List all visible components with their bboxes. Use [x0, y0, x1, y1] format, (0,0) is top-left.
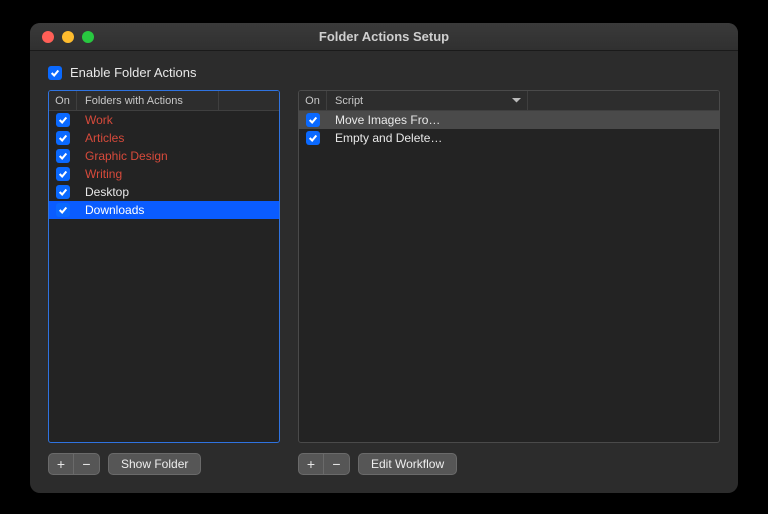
folder-row-checkbox-cell[interactable]	[49, 113, 77, 127]
folder-row-checkbox-cell[interactable]	[49, 149, 77, 163]
titlebar: Folder Actions Setup	[30, 23, 738, 51]
folder-row[interactable]: Graphic Design	[49, 147, 279, 165]
checkbox[interactable]	[56, 131, 70, 145]
scripts-header-on[interactable]: On	[299, 91, 327, 110]
remove-folder-button[interactable]: −	[74, 453, 100, 475]
folders-header-spacer	[219, 91, 279, 110]
folders-rows[interactable]: Work Articles Graphic Design Writing Desktop…	[49, 111, 279, 442]
folders-add-remove-seg: + −	[48, 453, 100, 475]
enable-folder-actions-label: Enable Folder Actions	[70, 65, 196, 80]
edit-workflow-button[interactable]: Edit Workflow	[358, 453, 457, 475]
folder-row-name: Desktop	[77, 185, 279, 199]
panes: On Folders with Actions Work Articles Grap…	[48, 90, 720, 475]
folder-row-checkbox-cell[interactable]	[49, 131, 77, 145]
checkbox[interactable]	[306, 131, 320, 145]
scripts-add-remove-seg: + −	[298, 453, 350, 475]
checkbox[interactable]	[56, 185, 70, 199]
checkbox[interactable]	[56, 113, 70, 127]
minimize-icon[interactable]	[62, 31, 74, 43]
folders-header-on[interactable]: On	[49, 91, 77, 110]
chevron-down-icon	[512, 95, 521, 107]
show-folder-button[interactable]: Show Folder	[108, 453, 201, 475]
folder-row[interactable]: Articles	[49, 129, 279, 147]
folders-toolbar: + − Show Folder	[48, 453, 280, 475]
remove-script-button[interactable]: −	[324, 453, 350, 475]
folder-row-name: Work	[77, 113, 279, 127]
checkbox[interactable]	[56, 167, 70, 181]
folders-list[interactable]: On Folders with Actions Work Articles Grap…	[48, 90, 280, 443]
folders-header-name[interactable]: Folders with Actions	[77, 91, 219, 110]
scripts-header-spacer	[528, 91, 720, 110]
folder-row-checkbox-cell[interactable]	[49, 185, 77, 199]
checkbox[interactable]	[56, 149, 70, 163]
scripts-header-name-label: Script	[335, 95, 363, 107]
folder-row-name: Graphic Design	[77, 149, 279, 163]
script-row-name: Move Images Fro…	[327, 113, 719, 127]
scripts-header-name[interactable]: Script	[327, 91, 528, 110]
folder-row-name: Writing	[77, 167, 279, 181]
scripts-pane: On Script Move Images Fro… Empty and Dele…	[298, 90, 720, 475]
scripts-list[interactable]: On Script Move Images Fro… Empty and Dele…	[298, 90, 720, 443]
enable-folder-actions-checkbox[interactable]	[48, 66, 62, 80]
script-row-checkbox-cell[interactable]	[299, 131, 327, 145]
folders-header[interactable]: On Folders with Actions	[49, 91, 279, 111]
folder-row[interactable]: Writing	[49, 165, 279, 183]
folders-pane: On Folders with Actions Work Articles Grap…	[48, 90, 280, 475]
script-row[interactable]: Empty and Delete…	[299, 129, 719, 147]
folder-row[interactable]: Desktop	[49, 183, 279, 201]
scripts-toolbar: + − Edit Workflow	[298, 453, 720, 475]
checkbox[interactable]	[306, 113, 320, 127]
folder-row[interactable]: Downloads	[49, 201, 279, 219]
traffic-lights	[42, 31, 94, 43]
content: Enable Folder Actions On Folders with Ac…	[30, 51, 738, 493]
add-script-button[interactable]: +	[298, 453, 324, 475]
close-icon[interactable]	[42, 31, 54, 43]
folder-row-name: Articles	[77, 131, 279, 145]
folder-row-checkbox-cell[interactable]	[49, 167, 77, 181]
window-title: Folder Actions Setup	[30, 29, 738, 44]
zoom-icon[interactable]	[82, 31, 94, 43]
window: Folder Actions Setup Enable Folder Actio…	[30, 23, 738, 493]
script-row-name: Empty and Delete…	[327, 131, 719, 145]
checkbox[interactable]	[56, 203, 70, 217]
add-folder-button[interactable]: +	[48, 453, 74, 475]
folder-row[interactable]: Work	[49, 111, 279, 129]
folder-row-name: Downloads	[77, 203, 279, 217]
script-row[interactable]: Move Images Fro…	[299, 111, 719, 129]
enable-folder-actions-row[interactable]: Enable Folder Actions	[48, 65, 720, 80]
scripts-rows[interactable]: Move Images Fro… Empty and Delete…	[299, 111, 719, 442]
folder-row-checkbox-cell[interactable]	[49, 203, 77, 217]
scripts-header[interactable]: On Script	[299, 91, 719, 111]
script-row-checkbox-cell[interactable]	[299, 113, 327, 127]
